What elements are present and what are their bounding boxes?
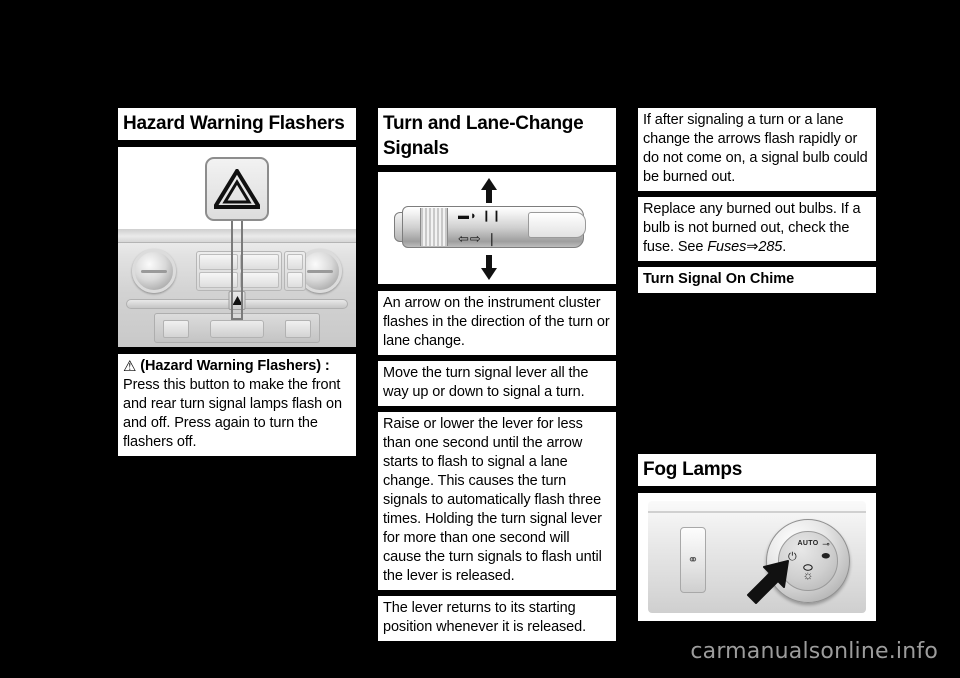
down-arrow-stem (486, 255, 492, 269)
lever-return-block: The lever returns to its starting positi… (378, 596, 616, 641)
dial-auto-label: AUTO (797, 540, 819, 547)
bulb-burned-out-block: If after signaling a turn or a lane chan… (638, 108, 876, 191)
hvac-button (240, 272, 279, 288)
turn-signal-on-chime-subheading: Turn Signal On Chime (638, 267, 876, 293)
console-button-right (285, 320, 311, 338)
middle-column: Turn and Lane-Change Signals ▬◗ ❙❙ ⇦⇨ ❘ … (378, 108, 616, 647)
hvac-button (287, 254, 303, 270)
hazard-triangle-icon-inline: ⚠ (123, 358, 137, 375)
replace-bulbs-block: Replace any burned out bulbs. If a bulb … (638, 197, 876, 261)
fog-lamps-heading: Fog Lamps (638, 454, 876, 486)
cross-reference-arrow-icon: ⇒ (746, 239, 759, 255)
hvac-side-buttons (284, 251, 306, 291)
turn-and-lane-change-signals-heading: Turn and Lane-Change Signals (378, 108, 616, 165)
hazard-flasher-button-figure (118, 147, 356, 347)
dial-low-beam-icon: ⬬ (821, 551, 830, 562)
replace-bulbs-text-after: . (782, 239, 787, 255)
lever-marking-row-2: ⇦⇨ ❘ (458, 231, 499, 246)
fog-lamp-pointer-arrow (744, 559, 790, 610)
hazard-triangle-icon (214, 169, 260, 209)
watermark: carmanualsonline.info (690, 639, 938, 664)
left-column: Hazard Warning Flashers ⚠ (Hazard Warnin… (118, 108, 356, 462)
move-lever-block: Move the turn signal lever all the way u… (378, 361, 616, 406)
hazard-flasher-description-block: ⚠ (Hazard Warning Flashers) : Press this… (118, 354, 356, 456)
lane-change-block: Raise or lower the lever for less than o… (378, 412, 616, 590)
down-arrow-icon (481, 268, 497, 280)
up-arrow-icon (481, 178, 497, 190)
hazard-flasher-text: Press this button to make the front and … (123, 377, 342, 450)
console-button-left (163, 320, 189, 338)
manual-page: Hazard Warning Flashers ⚠ (Hazard Warnin… (0, 0, 960, 678)
turn-signal-lever-figure: ▬◗ ❙❙ ⇦⇨ ❘ (378, 172, 616, 284)
arrow-direction-block: An arrow on the instrument cluster flash… (378, 291, 616, 355)
fog-lamp-control-figure: ⚭ AUTO ⊸ ⏻ ⬬ ⬭ ☼ (638, 493, 876, 621)
dial-parking-lamp-icon: ☼ (802, 568, 814, 582)
lever-marking-row-1: ▬◗ ❙❙ (458, 210, 503, 222)
fuses-page-number: 285 (758, 239, 783, 255)
lever-markings: ▬◗ ❙❙ ⇦⇨ ❘ (458, 210, 502, 246)
lever-knurl (420, 208, 448, 246)
dome-lamp-icon: ⚭ (687, 552, 699, 567)
hazard-warning-flashers-heading: Hazard Warning Flashers (118, 108, 356, 140)
callout-leader-line (230, 219, 244, 323)
lever-illustration: ▬◗ ❙❙ ⇦⇨ ❘ (378, 172, 616, 284)
dome-lamp-rocker-switch: ⚭ (680, 527, 706, 593)
hvac-button (240, 254, 279, 270)
dial-headlamp-icon: ⊸ (822, 539, 830, 549)
right-column: If after signaling a turn or a lane chan… (638, 108, 876, 628)
air-vent-left (132, 249, 176, 293)
fuses-cross-reference[interactable]: Fuses (707, 239, 746, 255)
column-spacer (638, 299, 876, 454)
headlamp-control-panel: ⚭ AUTO ⊸ ⏻ ⬬ ⬭ ☼ (648, 501, 866, 613)
hazard-triangle-callout (205, 157, 269, 221)
up-arrow-stem (486, 189, 492, 203)
lever-tip (528, 212, 586, 238)
hazard-flasher-label: (Hazard Warning Flashers) : (140, 358, 330, 374)
hvac-button (287, 272, 303, 288)
